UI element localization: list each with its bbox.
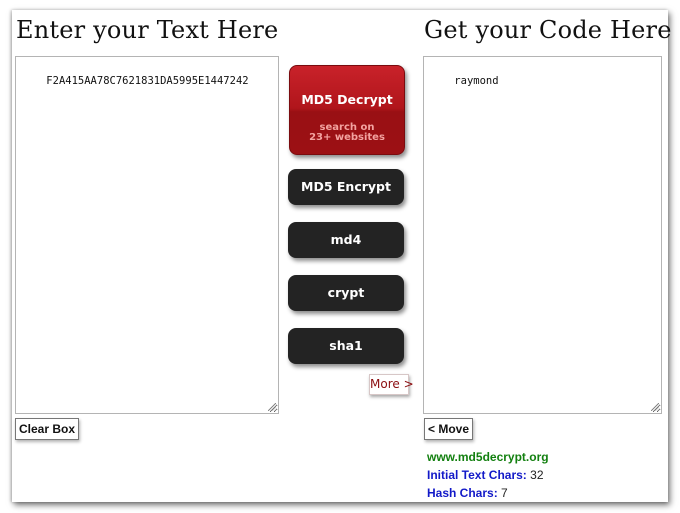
output-text: raymond [454, 75, 499, 87]
more-button[interactable]: More > [369, 374, 414, 395]
hash-chars-value: 7 [501, 486, 508, 500]
output-heading: Get your Code Here [424, 16, 672, 44]
output-textarea[interactable]: raymond [423, 56, 662, 414]
sha1-button[interactable]: sha1 [288, 328, 404, 364]
initial-text-chars-value: 32 [530, 468, 544, 482]
subtitle-line-2: 23+ websites [309, 132, 385, 143]
initial-text-chars-label: Initial Text Chars: [427, 468, 527, 482]
md5-encrypt-button[interactable]: MD5 Encrypt [288, 169, 404, 205]
input-heading: Enter your Text Here [16, 16, 279, 44]
site-link[interactable]: www.md5decrypt.org [427, 450, 549, 464]
input-textarea[interactable]: F2A415AA78C7621831DA5995E1447242 [15, 56, 279, 414]
md4-button[interactable]: md4 [288, 222, 404, 258]
clear-box-button[interactable]: Clear Box [15, 418, 80, 440]
initial-text-chars: Initial Text Chars: 32 [427, 468, 544, 482]
hash-chars: Hash Chars: 7 [427, 486, 508, 500]
md5-decrypt-subtitle: search on 23+ websites [290, 123, 404, 143]
resize-grip-icon[interactable] [268, 403, 276, 411]
input-text: F2A415AA78C7621831DA5995E1447242 [46, 75, 249, 87]
md5-decrypt-label: MD5 Decrypt [301, 92, 393, 107]
md5-decrypt-button[interactable]: MD5 Decrypt search on 23+ websites [289, 65, 405, 155]
md5-tool-page: Enter your Text Here F2A415AA78C7621831D… [12, 10, 671, 502]
hash-chars-label: Hash Chars: [427, 486, 498, 500]
resize-grip-icon[interactable] [651, 403, 659, 411]
move-button[interactable]: < Move [424, 418, 474, 440]
crypt-button[interactable]: crypt [288, 275, 404, 311]
